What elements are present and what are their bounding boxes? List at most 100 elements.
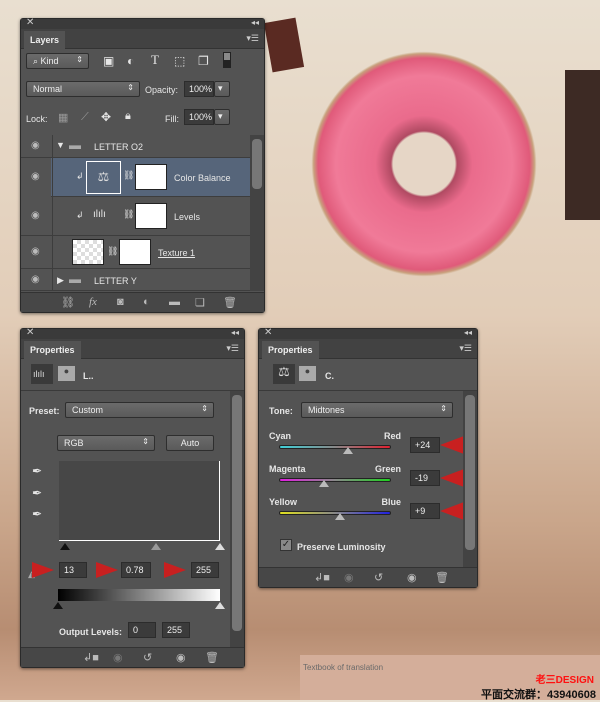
color-slider-track[interactable] [279,478,391,482]
visibility-eye-icon[interactable]: ◉ [31,274,40,285]
visibility-eye-icon[interactable]: ◉ [31,171,40,182]
color-slider-track[interactable] [279,445,391,449]
fx-button[interactable]: fx [89,296,97,308]
output-gradient [58,589,220,601]
link-icon: ⛓ [107,246,119,256]
layer-mask-thumbnail[interactable] [135,203,167,229]
layer-row-texture-1[interactable]: ◉ ⛓ Texture 1 [21,236,250,269]
color-balance-icon[interactable]: ⚖ [273,364,295,384]
filter-type-icon[interactable]: T [151,52,159,68]
delete-icon[interactable]: 🗑︎ [205,651,219,664]
lock-paint-icon[interactable]: ⟋ [81,111,89,124]
white-eyedropper-icon[interactable]: ✒ [32,507,42,521]
blend-mode-select[interactable]: Normal ⇕ [26,81,140,97]
mask-icon[interactable]: ● [299,366,316,381]
layer-row-levels[interactable]: ◉ ↲ ılılı ⛓ Levels [21,197,250,236]
fill-input[interactable]: 100% [184,109,214,125]
close-icon[interactable]: ✕ [26,327,34,338]
preset-select[interactable]: Custom ⇕ [65,402,214,418]
add-mask-icon[interactable]: ◙ [117,296,124,308]
tab-properties[interactable]: Properties [262,341,319,359]
expand-triangle-icon[interactable]: ▼ [56,140,65,150]
expand-triangle-icon[interactable]: ▶ [57,275,64,286]
reset-icon[interactable]: ↺ [374,571,383,584]
panel-menu-icon[interactable]: ▾☰ [459,343,472,354]
view-previous-icon[interactable]: ◉ [113,651,123,664]
filter-adjustment-icon[interactable]: ◐ [127,54,134,68]
color-slider-knob[interactable] [343,447,354,454]
filter-shape-icon[interactable]: ⬚ [174,54,185,68]
mask-icon[interactable]: ● [58,366,75,381]
color-slider-knob[interactable] [319,480,330,487]
lock-position-icon[interactable]: ✥ [101,110,111,124]
opacity-input[interactable]: 100% [184,81,214,97]
layer-short-name: L.. [83,371,94,381]
panel-menu-icon[interactable]: ▾☰ [246,33,259,44]
layer-thumbnail[interactable] [72,239,104,265]
new-adjustment-icon[interactable]: ◐ [143,296,150,308]
levels-icon[interactable]: ılılı [31,364,53,384]
black-eyedropper-icon[interactable]: ✒ [32,464,42,478]
output-white-field[interactable]: 255 [162,622,190,638]
filter-image-icon[interactable]: ▣ [103,54,114,68]
filter-kind-label: Kind [40,56,59,66]
close-icon[interactable]: ✕ [26,17,34,28]
visibility-eye-icon[interactable]: ◉ [31,246,40,257]
clip-to-layer-icon[interactable]: ↲■ [314,571,330,584]
visibility-icon[interactable]: ◉ [407,571,417,584]
lock-transparent-icon[interactable]: ▦ [58,111,68,124]
delete-icon[interactable]: 🗑︎ [435,571,449,584]
collapse-icon[interactable]: ◂◂ [251,18,259,27]
input-mid-field[interactable]: 0.78 [121,562,151,578]
clip-to-layer-icon[interactable]: ↲■ [83,651,99,664]
output-white-slider[interactable] [215,602,225,609]
preserve-luminosity-checkbox[interactable]: ✓ [280,539,292,551]
red-arrow-annotation [164,562,186,578]
layer-mask-thumbnail[interactable] [135,164,167,190]
fill-dropdown[interactable]: ▾ [214,109,230,125]
tone-select[interactable]: Midtones ⇕ [301,402,453,418]
channel-select[interactable]: RGB ⇕ [57,435,155,451]
layer-mask-thumbnail[interactable] [119,239,151,265]
input-black-slider[interactable] [60,543,70,550]
collapse-icon[interactable]: ◂◂ [464,328,472,337]
auto-button[interactable]: Auto [166,435,214,451]
tab-properties[interactable]: Properties [24,341,81,359]
layer-row-color-balance[interactable]: ◉ ↲ ⚖ ⛓ Color Balance [31,158,250,197]
layer-row-letter-o2[interactable]: ◉ ▼ ▬ LETTER O2 [21,135,250,158]
layer-row-letter-y[interactable]: ◉ ▶ ▬ LETTER Y [21,269,250,291]
opacity-dropdown[interactable]: ▾ [214,81,230,97]
tab-layers[interactable]: Layers [24,31,66,49]
properties-scrollbar[interactable] [230,391,244,647]
link-layers-icon[interactable]: ⛓ [61,296,75,309]
input-black-field[interactable]: 13 [59,562,87,578]
filter-toggle[interactable] [223,52,231,68]
reset-icon[interactable]: ↺ [143,651,152,664]
input-white-field[interactable]: 255 [191,562,219,578]
gray-eyedropper-icon[interactable]: ✒ [32,486,42,500]
properties-scrollbar[interactable] [463,391,477,567]
collapse-icon[interactable]: ◂◂ [231,328,239,337]
input-white-slider[interactable] [215,543,225,550]
filter-kind-select[interactable]: ⌕ Kind ⇕ [26,53,89,69]
panel-menu-icon[interactable]: ▾☰ [226,343,239,354]
lock-all-icon[interactable]: 🔒︎ [125,110,131,123]
visibility-eye-icon[interactable]: ◉ [31,210,40,221]
new-group-icon[interactable]: ▬ [169,296,180,308]
color-slider-knob[interactable] [335,513,346,520]
visibility-icon[interactable]: ◉ [176,651,186,664]
filter-smartobject-icon[interactable]: ❐ [198,54,209,68]
close-icon[interactable]: ✕ [264,327,272,338]
color-value-field[interactable]: -19 [410,470,440,486]
color-value-field[interactable]: +24 [410,437,440,453]
visibility-eye-icon[interactable]: ◉ [31,140,40,151]
output-black-field[interactable]: 0 [128,622,156,638]
view-previous-icon[interactable]: ◉ [344,571,354,584]
layers-scrollbar[interactable] [250,135,264,291]
input-mid-slider[interactable] [151,543,161,550]
new-layer-icon[interactable]: ❏ [195,296,205,309]
output-black-slider[interactable] [53,602,63,609]
color-value-field[interactable]: +9 [410,503,440,519]
delete-layer-icon[interactable]: 🗑︎ [223,296,237,309]
histogram [59,461,220,541]
